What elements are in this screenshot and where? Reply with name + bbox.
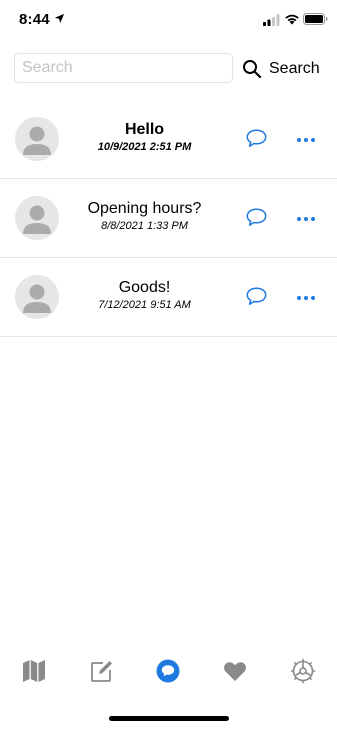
- tab-bar: [0, 652, 337, 692]
- conversation-row[interactable]: Opening hours? 8/8/2021 1:33 PM: [0, 179, 337, 258]
- conversation-title: Goods!: [118, 279, 171, 296]
- heart-icon[interactable]: [222, 658, 248, 684]
- person-placeholder-icon: [15, 196, 59, 240]
- search-button[interactable]: Search: [242, 56, 320, 82]
- search-input[interactable]: [14, 53, 233, 83]
- location-arrow-icon: [54, 13, 65, 24]
- messages-icon[interactable]: [155, 658, 181, 684]
- search-button-label: Search: [269, 60, 320, 77]
- conversation-date: 7/12/2021 9:51 AM: [98, 299, 191, 311]
- avatar: [15, 196, 59, 240]
- more-dots-icon[interactable]: [296, 216, 316, 222]
- wifi-icon: [285, 14, 299, 25]
- conversation-row[interactable]: Hello 10/9/2021 2:51 PM: [0, 100, 337, 179]
- conversation-row[interactable]: Goods! 7/12/2021 9:51 AM: [0, 258, 337, 337]
- conversation-title: Opening hours?: [87, 200, 202, 217]
- avatar: [15, 275, 59, 319]
- person-placeholder-icon: [15, 275, 59, 319]
- home-indicator: [109, 716, 229, 721]
- conversation-date: 8/8/2021 1:33 PM: [101, 220, 188, 232]
- settings-gear-icon[interactable]: [290, 658, 316, 684]
- status-time: 8:44: [19, 11, 50, 28]
- conversation-list: Hello 10/9/2021 2:51 PM Opening hours? 8…: [0, 100, 337, 337]
- search-bar: Search: [0, 53, 337, 85]
- status-bar: 8:44: [0, 0, 337, 44]
- chat-bubble-icon[interactable]: [246, 287, 267, 306]
- conversation-title: Hello: [124, 121, 165, 138]
- avatar: [15, 117, 59, 161]
- battery-icon: [303, 13, 328, 25]
- chat-bubble-icon[interactable]: [246, 129, 267, 148]
- person-placeholder-icon: [15, 117, 59, 161]
- search-icon: [243, 60, 262, 79]
- cellular-signal-icon: [263, 14, 280, 26]
- more-dots-icon[interactable]: [296, 295, 316, 301]
- map-icon[interactable]: [21, 658, 47, 684]
- conversation-date: 10/9/2021 2:51 PM: [97, 141, 192, 153]
- compose-icon[interactable]: [89, 658, 115, 684]
- chat-bubble-icon[interactable]: [246, 208, 267, 227]
- more-dots-icon[interactable]: [296, 137, 316, 143]
